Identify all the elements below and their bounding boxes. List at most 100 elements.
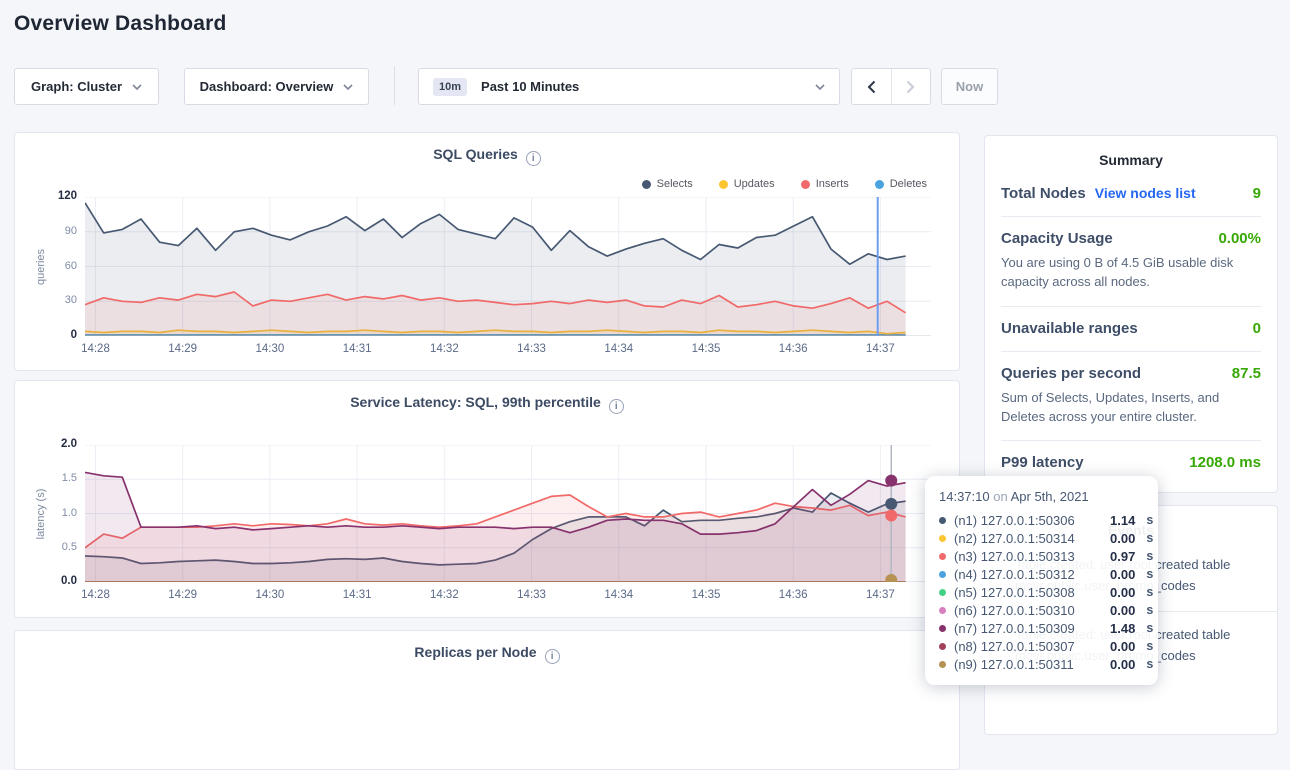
y-tick-label: 90 [15, 225, 77, 237]
summary-item-label: P99 latency [1001, 454, 1084, 471]
summary-item-label: Total Nodes [1001, 185, 1086, 202]
x-tick-label: 14:31 [331, 343, 383, 355]
tooltip-node-label: (n5) 127.0.0.1:50308 [954, 585, 1102, 600]
x-tick-label: 14:30 [244, 589, 296, 601]
tooltip-series-dot [939, 607, 946, 614]
graph-scope-label: Graph: Cluster [31, 79, 122, 94]
x-tick-label: 14:31 [331, 589, 383, 601]
tooltip-node-label: (n1) 127.0.0.1:50306 [954, 513, 1102, 528]
x-tick-label: 14:35 [680, 589, 732, 601]
tooltip-series-dot [939, 517, 946, 524]
tooltip-row: (n9) 127.0.0.1:503110.00s [939, 655, 1144, 673]
tooltip-node-unit: s [1146, 585, 1153, 599]
tooltip-node-value: 1.14 [1110, 513, 1135, 528]
x-tick-label: 14:36 [767, 343, 819, 355]
legend-label: Deletes [890, 178, 927, 190]
tooltip-node-unit: s [1146, 621, 1153, 635]
tooltip-row: (n8) 127.0.0.1:503070.00s [939, 637, 1144, 655]
summary-item-value: 0.00% [1218, 230, 1261, 247]
legend-dot [719, 180, 728, 189]
time-range-badge: 10m [433, 78, 467, 96]
tooltip-row: (n2) 127.0.0.1:503140.00s [939, 529, 1144, 547]
x-tick-label: 14:28 [69, 589, 121, 601]
info-icon[interactable]: i [545, 649, 560, 664]
legend-dot [642, 180, 651, 189]
summary-items: Total NodesView nodes list9Capacity Usag… [985, 172, 1277, 485]
tooltip-node-unit: s [1146, 639, 1153, 653]
y-tick-label: 2.0 [15, 438, 77, 450]
tooltip-row: (n4) 127.0.0.1:503120.00s [939, 565, 1144, 583]
x-tick-label: 14:29 [157, 589, 209, 601]
x-tick-label: 14:34 [593, 589, 645, 601]
chevron-down-icon [815, 84, 825, 90]
tooltip-node-unit: s [1146, 603, 1153, 617]
tooltip-node-label: (n4) 127.0.0.1:50312 [954, 567, 1102, 582]
summary-item-row: Queries per second87.5 [1001, 365, 1261, 382]
time-next-button[interactable] [892, 69, 931, 104]
tooltip-series-dot [939, 589, 946, 596]
legend-dot [801, 180, 810, 189]
tooltip-node-unit: s [1146, 531, 1153, 545]
graph-scope-dropdown[interactable]: Graph: Cluster [14, 68, 159, 105]
page-title: Overview Dashboard [14, 12, 227, 36]
summary-item-row: P99 latency1208.0 ms [1001, 454, 1261, 471]
dashboard-dropdown[interactable]: Dashboard: Overview [184, 68, 369, 105]
tooltip-node-label: (n9) 127.0.0.1:50311 [954, 657, 1102, 672]
summary-item: Unavailable ranges0 [1001, 306, 1261, 351]
tooltip-series-dot [939, 553, 946, 560]
x-tick-label: 14:34 [593, 343, 645, 355]
tooltip-node-value: 0.00 [1110, 657, 1135, 672]
tooltip-node-unit: s [1146, 657, 1153, 671]
tooltip-rows: (n1) 127.0.0.1:503061.14s(n2) 127.0.0.1:… [939, 511, 1144, 673]
info-icon[interactable]: i [526, 151, 541, 166]
chart-canvas [85, 197, 931, 336]
x-tick-label: 14:32 [418, 589, 470, 601]
replicas-per-node-chart-card: Replicas per Node i [14, 630, 960, 770]
legend-item-inserts[interactable]: Inserts [801, 178, 849, 190]
x-tick-label: 14:37 [854, 343, 906, 355]
summary-panel: Summary Total NodesView nodes list9Capac… [984, 135, 1278, 493]
legend-item-updates[interactable]: Updates [719, 178, 775, 190]
view-nodes-list-link[interactable]: View nodes list [1095, 185, 1196, 201]
tooltip-node-value: 0.00 [1110, 639, 1135, 654]
service-latency-chart-title: Service Latency: SQL, 99th percentile [350, 394, 601, 410]
summary-item: Total NodesView nodes list9 [1001, 172, 1261, 216]
service-latency-plot[interactable] [85, 445, 931, 582]
x-tick-label: 14:37 [854, 589, 906, 601]
tooltip-node-value: 0.97 [1110, 549, 1135, 564]
info-icon[interactable]: i [609, 399, 624, 414]
summary-item: Queries per second87.5 Sum of Selects, Up… [1001, 351, 1261, 441]
chevron-left-icon [867, 80, 876, 94]
sql-queries-plot[interactable] [85, 197, 931, 336]
legend-label: Selects [657, 178, 693, 190]
x-tick-label: 14:33 [506, 589, 558, 601]
tooltip-row: (n1) 127.0.0.1:503061.14s [939, 511, 1144, 529]
sql-queries-chart-card: SQL Queries i Selects Updates Inserts Delete… [14, 132, 960, 371]
tooltip-row: (n6) 127.0.0.1:503100.00s [939, 601, 1144, 619]
tooltip-node-label: (n8) 127.0.0.1:50307 [954, 639, 1102, 654]
legend-item-deletes[interactable]: Deletes [875, 178, 927, 190]
summary-item-label: Queries per second [1001, 365, 1141, 382]
time-range-dropdown[interactable]: 10m Past 10 Minutes [418, 68, 840, 105]
time-prev-button[interactable] [852, 69, 892, 104]
now-button[interactable]: Now [941, 68, 998, 105]
summary-item-row: Unavailable ranges0 [1001, 320, 1261, 337]
tooltip-node-unit: s [1146, 549, 1153, 563]
tooltip-node-label: (n6) 127.0.0.1:50310 [954, 603, 1102, 618]
summary-item-description: Sum of Selects, Updates, Inserts, and De… [1001, 389, 1261, 427]
sql-queries-chart-title: SQL Queries [433, 146, 518, 162]
summary-item: Capacity Usage0.00%You are using 0 B of … [1001, 216, 1261, 306]
chevron-down-icon [343, 84, 353, 90]
tooltip-row: (n7) 127.0.0.1:503091.48s [939, 619, 1144, 637]
y-tick-label: 60 [15, 260, 77, 272]
y-tick-label: 30 [15, 294, 77, 306]
y-tick-label: 0.0 [15, 575, 77, 587]
legend-item-selects[interactable]: Selects [642, 178, 693, 190]
chart-hover-tooltip: 14:37:10 on Apr 5th, 2021 (n1) 127.0.0.1… [925, 476, 1158, 685]
chart-title-row: Service Latency: SQL, 99th percentile i [15, 394, 959, 414]
tooltip-series-dot [939, 535, 946, 542]
summary-item-value: 0 [1253, 320, 1261, 337]
tooltip-node-unit: s [1146, 513, 1153, 527]
replicas-per-node-chart-title: Replicas per Node [414, 644, 536, 660]
summary-heading: Summary [985, 136, 1277, 172]
